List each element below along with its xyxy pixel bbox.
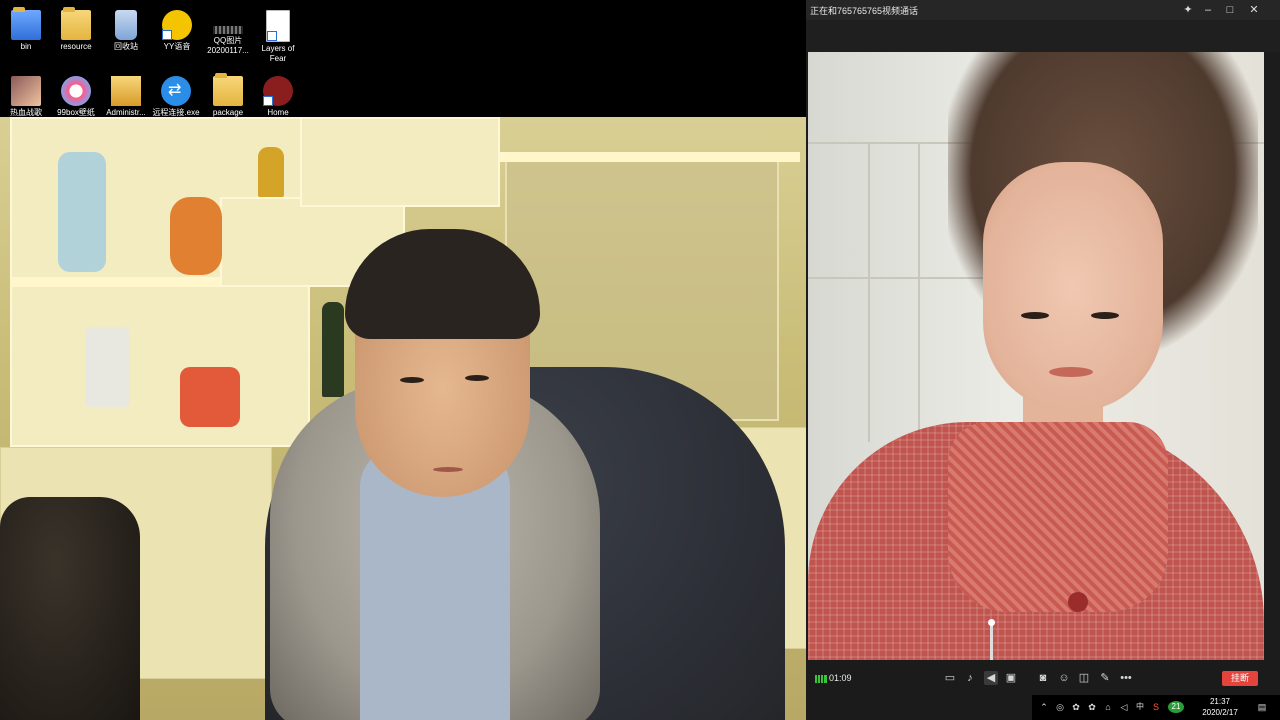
more-icon[interactable]: ••• [1119,671,1133,685]
desktop-icon-game[interactable]: 热血战歌 [0,72,52,118]
security-icon[interactable]: ◎ [1054,701,1066,713]
folder-icon [11,7,41,40]
eye [400,377,424,383]
mouth [1049,367,1093,377]
wallpaper-app-icon [61,76,91,106]
layout-icon[interactable]: ◫ [1077,671,1091,685]
desktop-icon-label: YY语音 [163,42,191,51]
app-tray-icon[interactable]: ✿ [1070,701,1082,713]
desktop-icon-label: Layers of Fear [261,44,295,63]
eye [1021,312,1049,319]
kettle [85,327,130,407]
window-titlebar[interactable]: 正在和765765765视频通话 ✦ – □ ✕ [806,0,1280,20]
desktop-icon-label: QQ图片 20200117... [207,36,249,55]
app-tray-icon[interactable]: S [1150,701,1162,713]
volume-icon[interactable]: ◁ [1118,701,1130,713]
clock[interactable]: 21:37 2020/2/17 [1198,696,1242,718]
pajama-button [1068,592,1088,612]
system-tray: ⌃ ◎ ✿ ✿ ⌂ ◁ 中 S 21 21:37 2020/2/17 ▤ [1032,695,1280,720]
person-face [983,162,1163,412]
desktop-icon-recycle-bin[interactable]: 回收站 [100,6,152,52]
game-icon [11,76,41,106]
app-tray-icon[interactable]: ✿ [1086,701,1098,713]
desktop-icon-bin[interactable]: bin [0,6,52,52]
close-icon[interactable]: ✕ [1246,2,1262,18]
window-title: 正在和765765765视频通话 [810,6,919,16]
user-folder-icon [111,76,141,106]
image-file-icon [213,26,243,34]
remote-video-feed [808,52,1264,660]
folder-icon [61,7,91,40]
desktop-icon-label: resource [60,42,92,51]
chevron-up-icon[interactable]: ⌃ [1038,701,1050,713]
desktop-icon-label: bin [20,42,32,51]
desktop-icon-remote[interactable]: 远程连接.exe [148,72,204,118]
red-package [180,367,240,427]
shelf-top [300,117,500,207]
call-duration: 01:09 [829,673,852,683]
webcam-feed [0,117,806,720]
champagne-bottle [322,302,344,397]
screenshot-icon[interactable]: ◙ [1036,671,1050,685]
desktop-icon-qq-image[interactable]: QQ图片 20200117... [202,6,254,56]
desktop-icon-99box[interactable]: 99box壁纸 [50,72,102,118]
yy-app-icon [162,10,192,40]
desktop-icon-administrator[interactable]: Administr... [100,72,152,118]
desktop-icon-yy[interactable]: YY语音 [151,6,203,52]
notification-count-badge[interactable]: 21 [1168,701,1184,713]
camera-toggle-icon[interactable]: ▣ [1004,671,1018,685]
dark-bag [0,497,140,720]
speaker-icon[interactable]: ◀ [984,671,998,685]
wall-tile-line [918,142,920,442]
chat-icon[interactable]: ▭ [943,671,957,685]
trophy [258,147,284,197]
recycle-bin-icon [115,10,137,40]
mouth [433,467,463,472]
desktop: bin resource 回收站 YY语音 QQ图片 20200117... L… [0,0,806,117]
edit-icon[interactable]: ✎ [1098,671,1112,685]
hangup-button[interactable]: 挂断 [1222,671,1258,686]
home-app-icon [263,76,293,106]
remote-connection-icon [161,76,191,106]
person-collar [948,422,1168,612]
eye [465,375,489,381]
signal-strength-icon [815,675,827,683]
water-bottle [58,152,106,272]
network-icon[interactable]: ⌂ [1102,701,1114,713]
microphone-icon[interactable]: ♪ [963,671,977,685]
call-topbar [806,20,1280,52]
effects-icon[interactable]: ☺ [1057,671,1071,685]
desktop-icon-layers-of-fear[interactable]: Layers of Fear [252,6,304,64]
eye [1091,312,1119,319]
wall-tile-line [868,142,870,442]
desktop-icon-label: 回收站 [114,42,138,51]
desktop-icon-home[interactable]: Home [252,72,304,118]
video-call-window: 正在和765765765视频通话 ✦ – □ ✕ 01:09 ▭ ♪ ◀ ▣ ◙… [806,0,1280,720]
notification-center-icon[interactable]: ▤ [1254,701,1270,713]
document-icon [266,10,290,42]
desktop-icon-package[interactable]: package [202,72,254,118]
clock-date: 2020/2/17 [1202,708,1238,717]
folder-icon [213,73,243,106]
toy-figure [170,197,222,275]
ime-indicator[interactable]: 中 [1134,701,1146,713]
maximize-icon[interactable]: □ [1222,2,1238,18]
minimize-icon[interactable]: – [1200,2,1216,18]
pin-icon[interactable]: ✦ [1180,2,1196,18]
clock-time: 21:37 [1209,697,1231,706]
desktop-icon-resource[interactable]: resource [50,6,102,52]
volume-slider-knob[interactable] [988,619,995,626]
cabinet-top [500,152,800,162]
